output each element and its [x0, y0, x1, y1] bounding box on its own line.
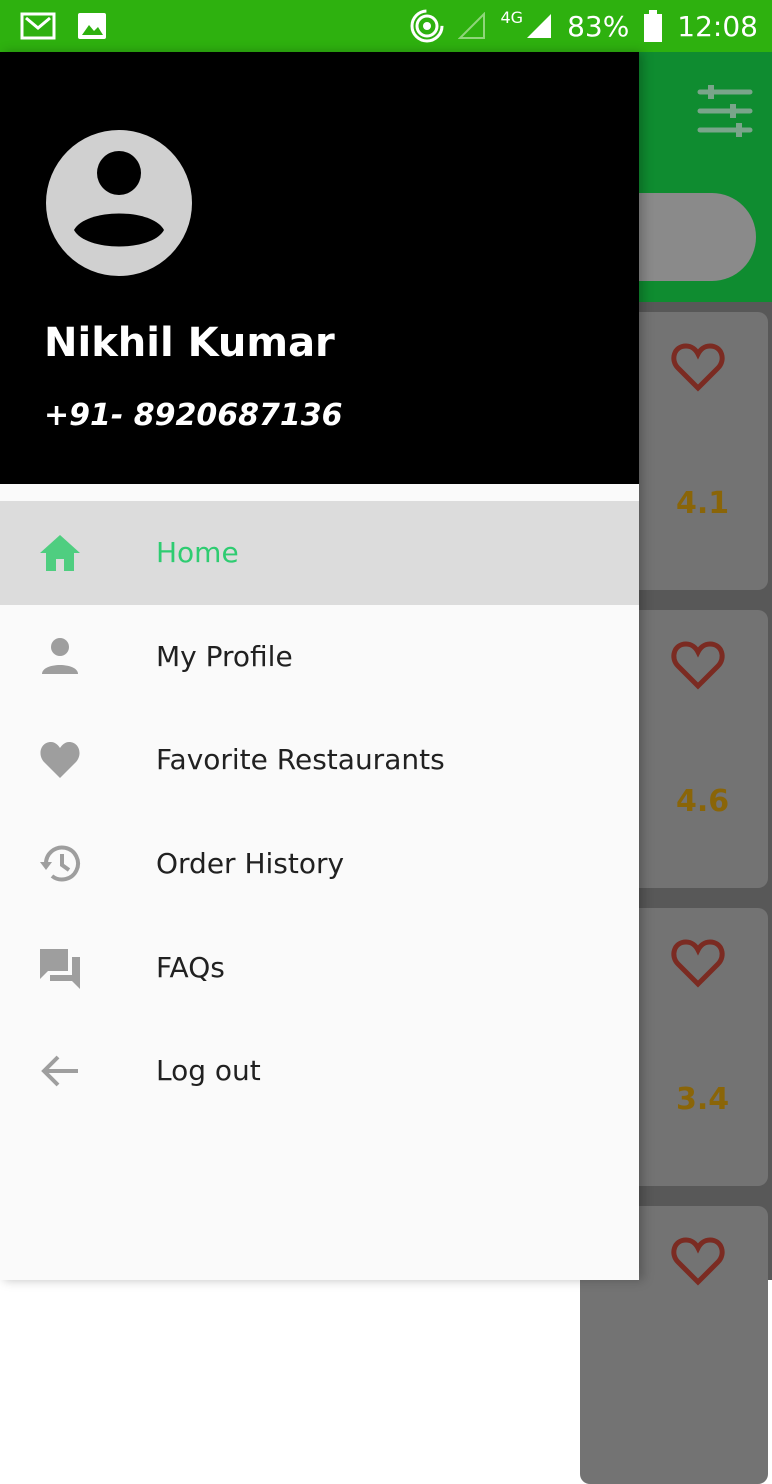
favorite-outline-icon[interactable] [670, 1236, 726, 1286]
menu-item-faqs[interactable]: FAQs [0, 915, 639, 1019]
menu-item-label: FAQs [156, 950, 225, 984]
person-icon [42, 638, 78, 675]
user-phone: +91- 8920687136 [44, 398, 343, 433]
arrow-back-icon [41, 1055, 78, 1087]
favorite-outline-icon[interactable] [670, 938, 726, 988]
signal-empty-icon [458, 12, 486, 39]
rating: 3.4 [676, 1082, 730, 1117]
user-name: Nikhil Kumar [44, 320, 335, 366]
forum-icon [40, 949, 80, 990]
drawer-header: Nikhil Kumar +91- 8920687136 [0, 52, 639, 484]
signal-icon [527, 14, 552, 38]
navigation-drawer: Nikhil Kumar +91- 8920687136 Home My Pro… [0, 52, 639, 1280]
drawer-menu: Home My Profile Favorite Restaurants Ord… [0, 501, 639, 1123]
menu-item-label: Home [156, 536, 239, 570]
favorite-outline-icon[interactable] [670, 342, 726, 392]
menu-item-label: Log out [156, 1054, 261, 1088]
status-bar: 4G 83% 12:08 [0, 0, 772, 52]
avatar[interactable] [46, 130, 192, 276]
clock: 12:08 [677, 9, 758, 43]
battery-percent: 83% [567, 9, 630, 43]
filter-icon[interactable] [694, 80, 756, 142]
menu-item-home[interactable]: Home [0, 501, 639, 605]
image-icon [78, 13, 106, 39]
menu-item-my-profile[interactable]: My Profile [0, 605, 639, 709]
rating: 4.6 [676, 784, 730, 819]
menu-item-label: Favorite Restaurants [156, 743, 445, 777]
history-icon [40, 845, 80, 882]
battery-icon [644, 10, 663, 42]
favorite-outline-icon[interactable] [670, 640, 726, 690]
menu-item-label: Order History [156, 847, 345, 881]
menu-item-favorite-restaurants[interactable]: Favorite Restaurants [0, 708, 639, 812]
hotspot-icon [410, 9, 444, 43]
menu-item-label: My Profile [156, 639, 293, 673]
network-type: 4G [500, 7, 524, 27]
gmail-icon [20, 12, 56, 40]
home-icon [40, 534, 80, 571]
rating: 4.1 [676, 486, 730, 521]
menu-item-order-history[interactable]: Order History [0, 812, 639, 916]
heart-icon [40, 741, 80, 778]
menu-item-log-out[interactable]: Log out [0, 1019, 639, 1123]
